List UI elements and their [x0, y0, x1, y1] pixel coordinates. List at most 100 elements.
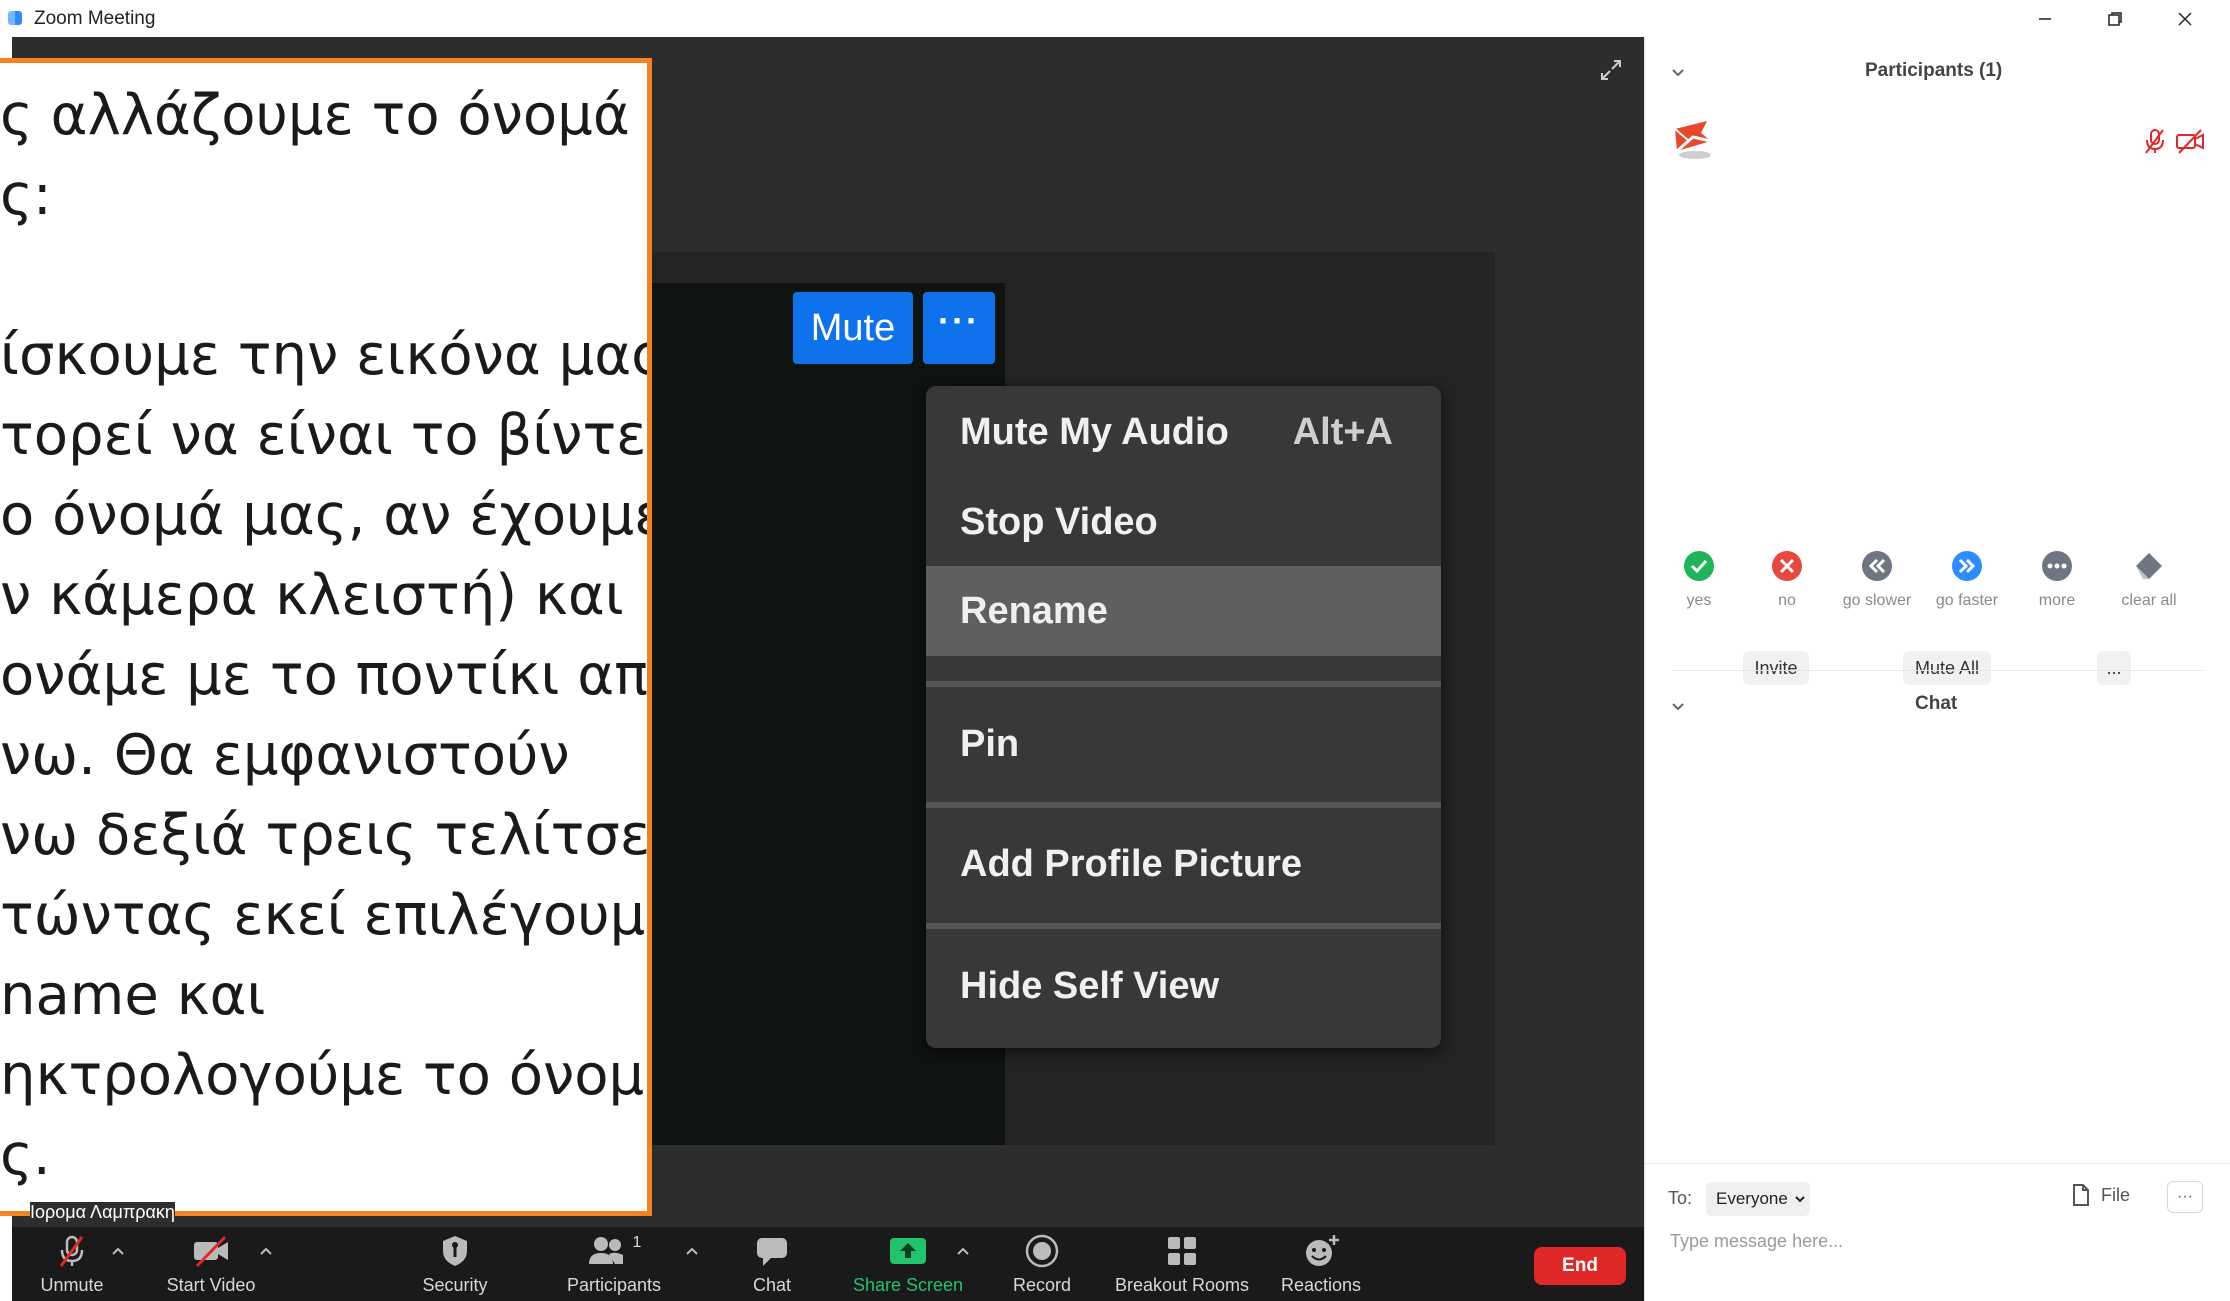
menu-item-add-profile-picture[interactable]: Add Profile Picture	[926, 808, 1441, 920]
invite-button[interactable]: Invite	[1743, 651, 1809, 685]
menu-item-mute-my-audio[interactable]: Mute My Audio Alt+A	[926, 386, 1441, 478]
menu-item-label: Hide Self View	[960, 964, 1220, 1007]
chat-recipient-value: Everyone	[1716, 1189, 1788, 1208]
menu-item-shortcut: Alt+A	[1292, 410, 1393, 453]
share-screen-button[interactable]: Share Screen	[845, 1231, 971, 1299]
title-bar: Zoom Meeting	[0, 0, 2230, 37]
feedback-label: yes	[1686, 592, 1712, 609]
reactions-smiley-icon	[1301, 1231, 1341, 1271]
breakout-rooms-icon	[1162, 1231, 1202, 1271]
participant-video-off-icon	[2175, 127, 2205, 155]
send-file-button[interactable]: File	[2071, 1183, 2130, 1207]
feedback-go-faster-button[interactable]: go faster	[1927, 550, 2007, 610]
audio-options-caret-icon[interactable]	[110, 1244, 126, 1258]
x-icon	[1771, 550, 1803, 582]
reactions-button[interactable]: Reactions	[1276, 1231, 1366, 1299]
window-title: Zoom Meeting	[34, 8, 156, 29]
file-icon	[2071, 1183, 2091, 1207]
participants-more-button[interactable]: ...	[2097, 651, 2131, 685]
security-button[interactable]: Security	[405, 1231, 505, 1299]
file-label: File	[2101, 1184, 2131, 1205]
section-divider	[1673, 670, 2203, 671]
slide-text-line: ίσκουμε την εικόνα μας	[0, 323, 652, 388]
close-window-button[interactable]	[2150, 0, 2220, 37]
chat-label: Chat	[752, 1275, 792, 1295]
chat-more-button[interactable]: ···	[2167, 1181, 2203, 1213]
feedback-label: more	[2038, 592, 2076, 609]
share-screen-icon	[888, 1231, 928, 1271]
participants-label: Participants	[566, 1275, 662, 1295]
feedback-label: go faster	[1935, 592, 1999, 609]
slide-text-line: νω δεξιά τρεις τελίτσες.	[0, 803, 652, 868]
record-label: Record	[1012, 1275, 1072, 1295]
reactions-label: Reactions	[1280, 1275, 1362, 1295]
unmute-button[interactable]: Unmute	[22, 1231, 122, 1299]
participants-count: 1	[632, 1234, 642, 1251]
menu-item-pin[interactable]: Pin	[926, 687, 1441, 801]
slide-text-line: ς.	[0, 1123, 51, 1188]
minimize-button[interactable]	[2010, 0, 2080, 37]
rewind-icon	[1861, 550, 1893, 582]
muted-microphone-icon	[52, 1231, 92, 1271]
tile-more-options-button[interactable]: ···	[923, 292, 995, 364]
slide-text-line: ν κάμερα κλειστή) και	[0, 563, 624, 628]
video-off-icon	[191, 1231, 231, 1271]
slide-text-line: ς:	[0, 163, 52, 228]
ellipsis-icon	[2041, 550, 2073, 582]
participants-panel-title: Participants (1)	[1865, 60, 2003, 81]
menu-item-rename[interactable]: Rename	[926, 566, 1441, 656]
collapse-chat-chevron-icon[interactable]	[1669, 697, 1687, 715]
fullscreen-expand-icon[interactable]	[1596, 55, 1626, 85]
start-video-button[interactable]: Start Video	[156, 1231, 266, 1299]
record-button[interactable]: Record	[1002, 1231, 1082, 1299]
slide-text-line: ηκτρολογούμε το όνομά	[0, 1043, 652, 1108]
collapse-participants-chevron-icon[interactable]	[1669, 63, 1687, 81]
chat-button[interactable]: Chat	[732, 1231, 812, 1299]
slide-text-line: name και	[0, 963, 266, 1028]
feedback-clear-all-button[interactable]: clear all	[2109, 550, 2189, 610]
unmute-label: Unmute	[40, 1275, 104, 1295]
chat-compose-divider	[1645, 1163, 2230, 1164]
feedback-label: no	[1778, 592, 1796, 609]
participants-button[interactable]: 1 Participants	[554, 1231, 674, 1299]
mute-all-button[interactable]: Mute All	[1903, 651, 1991, 685]
record-icon	[1022, 1231, 1062, 1271]
participant-context-menu: Mute My Audio Alt+A Stop Video Rename Pi…	[926, 386, 1441, 1048]
menu-item-label: Mute My Audio	[960, 410, 1229, 453]
slide-text-line: τώντας εκεί επιλέγουμε	[0, 883, 652, 948]
video-options-caret-icon[interactable]	[258, 1244, 274, 1258]
chat-recipient-select[interactable]: Everyone	[1706, 1182, 1810, 1216]
chat-bubble-icon	[752, 1231, 792, 1271]
end-meeting-button[interactable]: End	[1534, 1247, 1626, 1285]
chat-message-input[interactable]	[1668, 1226, 2168, 1256]
shield-icon	[435, 1231, 475, 1271]
chevron-down-icon	[1794, 1193, 1806, 1205]
feedback-label: go slower	[1842, 592, 1912, 609]
menu-item-stop-video[interactable]: Stop Video	[926, 478, 1441, 566]
tile-mute-button[interactable]: Mute	[793, 292, 913, 364]
restore-button[interactable]	[2080, 0, 2150, 37]
feedback-yes-button[interactable]: yes	[1659, 550, 1739, 610]
participant-avatar	[1667, 111, 1719, 163]
participants-options-caret-icon[interactable]	[684, 1244, 700, 1258]
menu-item-label: Pin	[960, 722, 1020, 765]
feedback-label: clear all	[2121, 592, 2177, 609]
check-icon	[1683, 550, 1715, 582]
chat-panel-title: Chat	[1915, 693, 1958, 714]
participant-row[interactable]	[1667, 111, 2207, 167]
slide-text-line: νω. Θα εμφανιστούν	[0, 723, 570, 788]
feedback-more-button[interactable]: more	[2017, 550, 2097, 610]
slide-text-line: ονάμε με το ποντίκι από	[0, 643, 652, 708]
slide-text-line: τορεί να είναι το βίντεο	[0, 403, 652, 468]
feedback-go-slower-button[interactable]: go slower	[1837, 550, 1917, 610]
slide-text-line: ο όνομά μας, αν έχουμε	[0, 483, 652, 548]
participant-muted-mic-icon	[2141, 127, 2169, 155]
menu-item-label: Stop Video	[960, 500, 1158, 543]
breakout-rooms-button[interactable]: Breakout Rooms	[1112, 1231, 1252, 1299]
zoom-app-icon	[6, 8, 26, 28]
slide-text-line: ς αλλάζουμε το όνομά	[0, 83, 630, 148]
menu-item-hide-self-view[interactable]: Hide Self View	[926, 929, 1441, 1043]
feedback-no-button[interactable]: no	[1747, 550, 1827, 610]
eraser-icon	[2133, 550, 2165, 582]
share-options-caret-icon[interactable]	[955, 1244, 971, 1258]
